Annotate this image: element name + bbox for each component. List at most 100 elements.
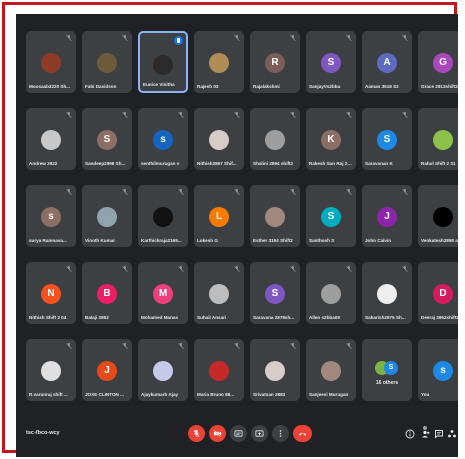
- participant-tile[interactable]: L Lokesh G: [194, 185, 244, 247]
- participant-tile[interactable]: M Mohamed Manas: [138, 262, 188, 324]
- participant-name: Santhosh S: [309, 238, 335, 243]
- participant-tile[interactable]: J JOXE CLINTON ...: [82, 339, 132, 401]
- participant-tile[interactable]: B Balaji 2852: [82, 262, 132, 324]
- participant-tile[interactable]: R Rajalakshmi: [250, 31, 300, 93]
- mic-muted-icon: [233, 265, 241, 273]
- participant-tile[interactable]: Suhail Ansari: [194, 262, 244, 324]
- mic-muted-icon: [233, 111, 241, 119]
- participant-tile[interactable]: A Aaman 3518 S2: [362, 31, 412, 93]
- participant-name: Karthickraja2169...: [141, 238, 182, 243]
- people-count-badge: [423, 426, 427, 430]
- participant-tile[interactable]: S SanjayVs2bba: [306, 31, 356, 93]
- avatar: J: [377, 207, 397, 227]
- participant-tile[interactable]: s You: [418, 339, 458, 401]
- chat-button[interactable]: [433, 428, 445, 440]
- participant-name: Sandeep2998 Sh...: [85, 161, 126, 166]
- camera-off-icon: [213, 429, 222, 438]
- avatar-initial: s: [440, 365, 446, 376]
- participant-tile[interactable]: Allen s2bba09: [306, 262, 356, 324]
- participant-tile[interactable]: Vinoth Kumar: [82, 185, 132, 247]
- participant-tile[interactable]: Karthickraja2169...: [138, 185, 188, 247]
- mic-muted-icon: [401, 111, 409, 119]
- avatar: [209, 361, 229, 381]
- avatar: G: [433, 53, 453, 73]
- people-button[interactable]: [420, 426, 432, 440]
- participant-tile[interactable]: S Sandeep2998 Sh...: [82, 108, 132, 170]
- avatar-initial: M: [158, 288, 168, 299]
- participant-name: Vinoth Kumar: [85, 238, 116, 243]
- avatar-initial: A: [383, 57, 391, 68]
- participant-grid: Moosaab3220 Sh... Fabi Davidson Eunice Vin…: [26, 31, 458, 401]
- participant-tile[interactable]: Andrew 2922: [26, 108, 76, 170]
- participant-tile[interactable]: D Deeraj 2952shift2: [418, 262, 458, 324]
- avatar: S: [321, 207, 341, 227]
- avatar: s: [433, 361, 453, 381]
- participant-tile[interactable]: Esther 3194 Shift2: [250, 185, 300, 247]
- participant-tile[interactable]: s surya Ramnava...: [26, 185, 76, 247]
- participant-tile[interactable]: Fabi Davidson: [82, 31, 132, 93]
- participant-name: Rahul Shift 2 31: [421, 161, 456, 166]
- participant-name: Nithish2867 Shif...: [197, 161, 237, 166]
- participant-tile[interactable]: Shalini 2894 shift2: [250, 108, 300, 170]
- participant-tile[interactable]: Ajaykumarb Ajay: [138, 339, 188, 401]
- participant-tile[interactable]: N Nithish Shift 2 04: [26, 262, 76, 324]
- participant-name: Deeraj 2952shift2: [421, 315, 458, 320]
- mic-muted-icon: [121, 34, 129, 42]
- participant-tile[interactable]: Sabarish2875 Sh...: [362, 262, 412, 324]
- activities-button[interactable]: [446, 428, 458, 440]
- participant-name: Maria Bruno 88...: [197, 392, 235, 397]
- participant-name: Saravanan K: [365, 161, 393, 166]
- leave-call-button[interactable]: [293, 425, 312, 442]
- participant-tile[interactable]: Rahul Shift 2 31: [418, 108, 458, 170]
- participant-tile[interactable]: Rajesh 03: [194, 31, 244, 93]
- avatar: [153, 207, 173, 227]
- avatar-initial: K: [327, 134, 335, 145]
- screenshot-frame: Moosaab3220 Sh... Fabi Davidson Eunice Vin…: [2, 2, 458, 457]
- participant-name: Saravana 2878sh...: [253, 315, 295, 320]
- avatar: [321, 284, 341, 304]
- participant-tile[interactable]: R.varunraj shift ...: [26, 339, 76, 401]
- participant-tile[interactable]: G Grace 2913shift2: [418, 31, 458, 93]
- participant-name: surya Ramnava...: [29, 238, 67, 243]
- participant-tile[interactable]: S Saravana 2878sh...: [250, 262, 300, 324]
- mic-off-button[interactable]: [188, 425, 205, 442]
- participant-name: R.varunraj shift ...: [29, 392, 68, 397]
- participant-tile[interactable]: Maria Bruno 88...: [194, 339, 244, 401]
- participant-tile[interactable]: J John Calvin: [362, 185, 412, 247]
- avatar-initial: J: [104, 365, 110, 376]
- participant-tile[interactable]: Srivatsan 2883: [250, 339, 300, 401]
- participant-tile[interactable]: Moosaab3220 Sh...: [26, 31, 76, 93]
- participant-tile[interactable]: Sanjeevi Murugan: [306, 339, 356, 401]
- participant-tile[interactable]: K Rakesh San Raj 28...: [306, 108, 356, 170]
- avatar: [433, 130, 453, 150]
- avatar: [97, 53, 117, 73]
- mic-muted-icon: [65, 188, 73, 196]
- captions-button[interactable]: [230, 425, 247, 442]
- participant-name: SanjayVs2bba: [309, 84, 341, 89]
- mic-muted-icon: [345, 342, 353, 350]
- avatar: K: [321, 130, 341, 150]
- participant-name: senthilmurugan v: [141, 161, 180, 166]
- participant-name: Allen s2bba09: [309, 315, 340, 320]
- participant-tile[interactable]: S 16 others: [362, 339, 412, 401]
- avatar: S: [377, 130, 397, 150]
- participant-tile[interactable]: Venkatesh2868 a...: [418, 185, 458, 247]
- mic-muted-icon: [121, 342, 129, 350]
- mic-muted-icon: [177, 265, 185, 273]
- mic-muted-icon: [177, 188, 185, 196]
- meeting-info-button[interactable]: [404, 428, 416, 440]
- more-options-button[interactable]: [272, 425, 289, 442]
- participant-tile[interactable]: S Santhosh S: [306, 185, 356, 247]
- participant-tile[interactable]: s senthilmurugan v: [138, 108, 188, 170]
- avatar-initial: s: [48, 211, 54, 222]
- mic-muted-icon: [65, 34, 73, 42]
- participant-tile[interactable]: Eunice Vinitha: [138, 31, 188, 93]
- participant-tile[interactable]: S Saravanan K: [362, 108, 412, 170]
- present-button[interactable]: [251, 425, 268, 442]
- participant-tile[interactable]: Nithish2867 Shif...: [194, 108, 244, 170]
- avatar: [209, 284, 229, 304]
- avatar: L: [209, 207, 229, 227]
- participant-name: Nithish Shift 2 04: [29, 315, 67, 320]
- camera-off-button[interactable]: [209, 425, 226, 442]
- avatar-initial: B: [103, 288, 111, 299]
